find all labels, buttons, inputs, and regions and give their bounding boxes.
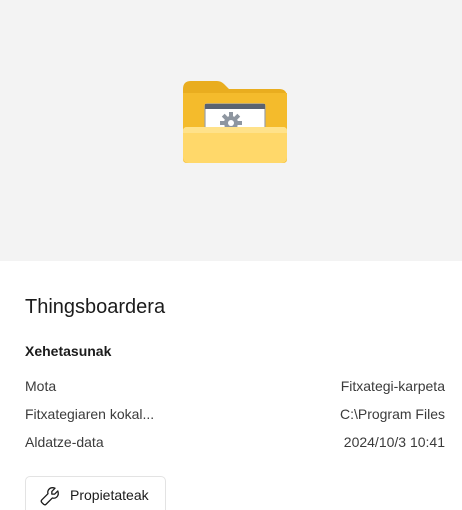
detail-value[interactable]: C:\Program Files xyxy=(340,406,445,422)
detail-row-location: Fitxategiaren kokal... C:\Program Files xyxy=(25,406,445,426)
detail-label: Mota xyxy=(25,378,57,394)
detail-value: Fitxategi-karpeta xyxy=(340,378,445,394)
detail-label: Fitxategiaren kokal... xyxy=(25,406,155,422)
detail-row-modified: Aldatze-data 2024/10/3 10:41 xyxy=(25,434,445,454)
folder-with-gear-icon xyxy=(183,81,287,163)
details-section-title: Xehetasunak xyxy=(25,343,112,359)
detail-label: Aldatze-data xyxy=(25,434,104,450)
wrench-icon xyxy=(40,487,59,506)
preview-area xyxy=(0,0,462,261)
details-pane: Thingsboardera Xehetasunak Mota Fitxateg… xyxy=(0,0,462,510)
detail-value: 2024/10/3 10:41 xyxy=(343,434,445,450)
properties-button-label: Propietateak xyxy=(70,487,149,503)
item-name: Thingsboardera xyxy=(25,296,166,318)
properties-button[interactable]: Propietateak xyxy=(25,476,166,510)
detail-row-type: Mota Fitxategi-karpeta xyxy=(25,378,445,398)
